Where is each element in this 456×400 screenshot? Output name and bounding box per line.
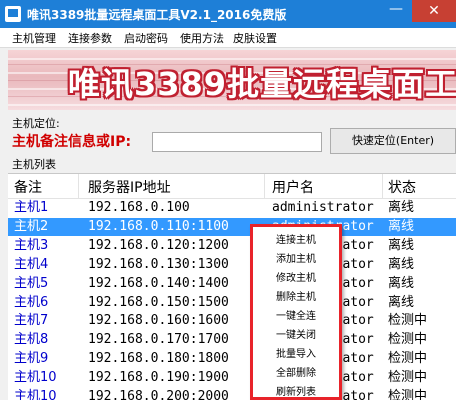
menu-startup-password[interactable]: 启动密码 <box>124 30 168 46</box>
column-header-status[interactable]: 状态 <box>388 177 416 197</box>
minimize-button[interactable]: — <box>380 0 412 22</box>
context-menu: 连接主机 添加主机 修改主机 删除主机 一键全连 一键关闭 批量导入 全部删除 刷新列表 <box>250 224 342 400</box>
cell-remark: 主机10 <box>14 370 57 386</box>
cell-remark: 主机6 <box>14 294 49 310</box>
cell-ip: 192.168.0.140:1400 <box>88 275 229 291</box>
quick-locate-button[interactable]: 快速定位(Enter) <box>330 128 456 154</box>
cell-remark: 主机9 <box>14 351 49 367</box>
table-row[interactable]: 主机8192.168.0.170:1700administrator检测中 <box>8 331 456 349</box>
cell-ip: 192.168.0.110:1100 <box>88 218 229 234</box>
table-row[interactable]: 主机7192.168.0.160:1600administrator检测中 <box>8 312 456 330</box>
table-row[interactable]: 主机3192.168.0.120:1200administrator离线 <box>8 237 456 255</box>
cell-status: 离线 <box>388 275 415 291</box>
table-row[interactable]: 主机9192.168.0.180:1800administrator检测中 <box>8 350 456 368</box>
cell-status: 检测中 <box>388 389 428 400</box>
table-row[interactable]: 主机4192.168.0.130:1300administrator离线 <box>8 256 456 274</box>
column-header-remark[interactable]: 备注 <box>14 177 42 197</box>
table-row[interactable]: 主机5192.168.0.140:1400administrator离线 <box>8 275 456 293</box>
cell-ip: 192.168.0.170:1700 <box>88 332 229 348</box>
cell-status: 离线 <box>388 294 415 310</box>
cell-remark: 主机8 <box>14 332 49 348</box>
column-header-ip[interactable]: 服务器IP地址 <box>88 177 171 197</box>
cell-remark: 主机3 <box>14 237 49 253</box>
context-menu-item-edit-host[interactable]: 修改主机 <box>253 269 339 288</box>
context-menu-item-connect-all[interactable]: 一键全连 <box>253 307 339 326</box>
cell-ip: 192.168.0.120:1200 <box>88 237 229 253</box>
locate-field-label: 主机备注信息或IP: <box>12 134 132 150</box>
cell-ip: 192.168.0.180:1800 <box>88 351 229 367</box>
context-menu-item-connect-host[interactable]: 连接主机 <box>253 231 339 250</box>
locate-input[interactable] <box>152 132 322 152</box>
cell-status: 离线 <box>388 237 415 253</box>
context-menu-item-add-host[interactable]: 添加主机 <box>253 250 339 269</box>
cell-status: 检测中 <box>388 370 428 386</box>
cell-status: 离线 <box>388 200 415 215</box>
cell-status: 检测中 <box>388 351 428 367</box>
table-row[interactable]: 主机10192.168.0.200:2000administrator检测中 <box>8 388 456 400</box>
close-button[interactable]: ✕ <box>412 0 456 22</box>
cell-ip: 192.168.0.200:2000 <box>88 389 229 400</box>
table-header: 备注 服务器IP地址 用户名 状态 <box>8 174 456 199</box>
cell-ip: 192.168.0.100 <box>88 200 190 215</box>
banner-title: 唯讯3389批量远程桌面工具 <box>68 65 456 103</box>
cell-ip: 192.168.0.160:1600 <box>88 313 229 329</box>
cell-remark: 主机5 <box>14 275 49 291</box>
context-menu-item-close-all[interactable]: 一键关闭 <box>253 326 339 345</box>
column-header-username[interactable]: 用户名 <box>272 177 314 197</box>
app-icon <box>5 6 21 22</box>
context-menu-item-delete-all[interactable]: 全部删除 <box>253 364 339 383</box>
cell-remark: 主机1 <box>14 200 49 215</box>
menu-bar: 主机管理 连接参数 启动密码 使用方法 皮肤设置 <box>0 28 456 48</box>
locate-group-label: 主机定位: <box>12 117 60 130</box>
menu-skin-settings[interactable]: 皮肤设置 <box>233 30 277 46</box>
context-menu-item-refresh-list[interactable]: 刷新列表 <box>253 383 339 397</box>
host-list-label: 主机列表 <box>12 158 56 171</box>
table-row[interactable]: 主机2192.168.0.110:1100administrator离线 <box>8 217 456 236</box>
cell-remark: 主机7 <box>14 313 49 329</box>
cell-ip: 192.168.0.190:1900 <box>88 370 229 386</box>
window-title: 唯讯3389批量远程桌面工具V2.1_2016免费版 <box>27 8 287 22</box>
cell-remark: 主机4 <box>14 256 49 272</box>
menu-connection-params[interactable]: 连接参数 <box>68 30 112 46</box>
context-menu-item-delete-host[interactable]: 删除主机 <box>253 288 339 307</box>
title-bar: 唯讯3389批量远程桌面工具V2.1_2016免费版 — ✕ <box>0 0 456 28</box>
menu-usage[interactable]: 使用方法 <box>180 30 224 46</box>
cell-status: 离线 <box>388 256 415 272</box>
context-menu-item-batch-import[interactable]: 批量导入 <box>253 345 339 364</box>
cell-ip: 192.168.0.150:1500 <box>88 294 229 310</box>
banner: 唯讯3389批量远程桌面工具 <box>8 50 456 110</box>
cell-remark: 主机2 <box>14 218 49 234</box>
cell-remark: 主机10 <box>14 389 57 400</box>
menu-host-management[interactable]: 主机管理 <box>12 30 56 46</box>
cell-username: administrator <box>272 200 374 215</box>
table-row[interactable]: 主机1 192.168.0.100 administrator 离线 <box>8 199 456 217</box>
cell-ip: 192.168.0.130:1300 <box>88 256 229 272</box>
table-row[interactable]: 主机6192.168.0.150:1500administrator离线 <box>8 294 456 312</box>
host-table[interactable]: 备注 服务器IP地址 用户名 状态 主机1 192.168.0.100 admini… <box>8 173 456 400</box>
table-row[interactable]: 主机10192.168.0.190:1900administrator检测中 <box>8 369 456 387</box>
cell-status: 离线 <box>388 218 415 234</box>
cell-status: 检测中 <box>388 332 428 348</box>
host-locate-group: 主机定位: 主机备注信息或IP: 快速定位(Enter) <box>8 114 456 156</box>
cell-status: 检测中 <box>388 313 428 329</box>
